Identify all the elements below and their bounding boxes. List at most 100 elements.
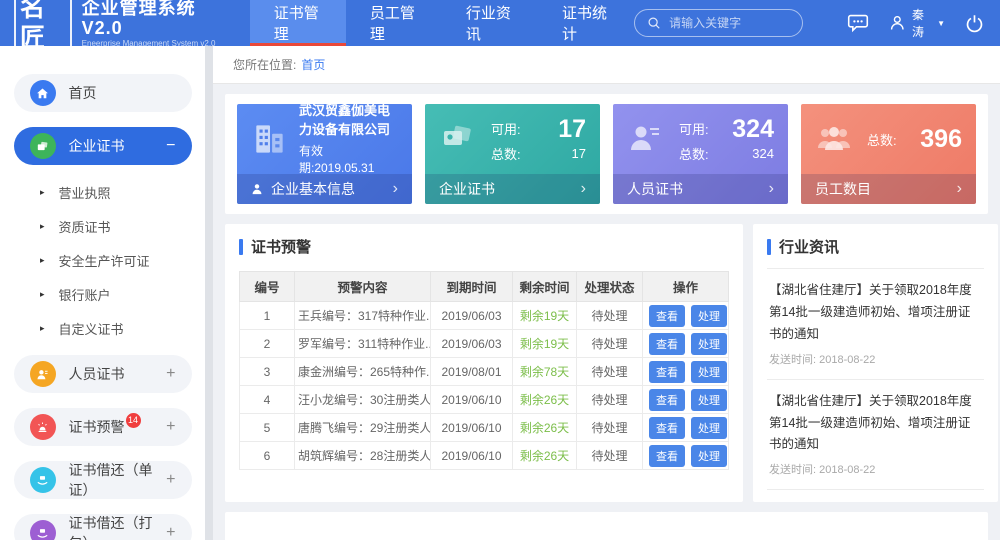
news-item[interactable]: 【湖北省住建厅】关于领取2018年度第14批一级建造师初始、增项注册证书的通知 … xyxy=(767,380,984,491)
personnel-certs-card[interactable]: 可用: 324 总数: 324 人员证书 › xyxy=(613,104,788,204)
cell-status: 待处理 xyxy=(577,414,643,442)
cell-content: 汪小龙编号：30注册类人... xyxy=(295,386,431,414)
sidebar-item-cert-lending-package[interactable]: 证书借还（打包） + xyxy=(14,514,192,540)
hand-pack-icon xyxy=(30,520,56,540)
handle-button[interactable]: 处理 xyxy=(691,417,727,439)
subitem-label: 资质证书 xyxy=(59,217,111,236)
table-row: 1 王兵编号：317特种作业... 2019/06/03 剩余19天 待处理 查… xyxy=(240,302,729,330)
enterprise-certs-card[interactable]: 可用: 17 总数: 17 企业证书 › xyxy=(425,104,600,204)
cell-status: 待处理 xyxy=(577,386,643,414)
sidebar-subitem-business-license[interactable]: ▸ 营业执照 xyxy=(0,175,205,209)
sidebar-subitem-safety-license[interactable]: ▸ 安全生产许可证 xyxy=(0,243,205,277)
sidebar-item-label: 证书借还（单证） xyxy=(69,460,167,500)
sidebar-scrollbar[interactable] xyxy=(205,46,213,540)
cell-no: 2 xyxy=(240,330,295,358)
expand-icon[interactable]: + xyxy=(166,418,175,436)
breadcrumb: 您所在位置: 首页 xyxy=(213,46,1000,84)
company-name: 武汉贸鑫伽美电力设备有限公司 xyxy=(299,104,398,139)
search-box[interactable] xyxy=(634,9,803,37)
cell-remaining: 剩余26天 xyxy=(513,442,577,470)
view-button[interactable]: 查看 xyxy=(649,417,685,439)
sidebar-item-cert-lending-single[interactable]: 证书借还（单证） + xyxy=(14,461,192,499)
view-button[interactable]: 查看 xyxy=(649,389,685,411)
employee-count-card[interactable]: 总数: 396 员工数目 › xyxy=(801,104,976,204)
tab-employee-management[interactable]: 员工管理 xyxy=(346,0,442,46)
cert-alerts-table: 编号 预警内容 到期时间 剩余时间 处理状态 操作 1 xyxy=(239,271,729,470)
cell-content: 罗军编号：311特种作业... xyxy=(295,330,431,358)
user-menu[interactable]: 秦涛 ▼ xyxy=(889,6,945,40)
expand-icon[interactable]: + xyxy=(166,524,175,540)
search-icon xyxy=(647,16,661,30)
col-header-status: 处理状态 xyxy=(577,272,643,302)
card-footer-label: 人员证书 xyxy=(627,179,683,199)
handle-button[interactable]: 处理 xyxy=(691,389,727,411)
logout-button[interactable] xyxy=(965,14,984,33)
app-title: 企业管理系统V2.0 xyxy=(82,0,218,38)
table-row: 4 汪小龙编号：30注册类人... 2019/06/10 剩余26天 待处理 查… xyxy=(240,386,729,414)
handle-button[interactable]: 处理 xyxy=(691,305,727,327)
cell-remaining: 剩余19天 xyxy=(513,302,577,330)
arrow-right-icon: ▸ xyxy=(40,255,45,266)
cell-content: 胡筑辉编号：28注册类人... xyxy=(295,442,431,470)
company-info-card[interactable]: 武汉贸鑫伽美电力设备有限公司 有效期:2019.05.31 企业基本信息 › xyxy=(237,104,412,204)
cell-due: 2019/06/03 xyxy=(431,330,513,358)
sidebar-item-home[interactable]: 首页 xyxy=(14,74,192,112)
card-footer-label: 员工数目 xyxy=(815,179,871,199)
view-button[interactable]: 查看 xyxy=(649,361,685,383)
sidebar-item-enterprise-certs[interactable]: 企业证书 − xyxy=(14,127,192,165)
col-header-remaining: 剩余时间 xyxy=(513,272,577,302)
expand-icon[interactable]: + xyxy=(166,365,175,383)
news-item-title: 【湖北省住建厅】关于领取2018年度第14批一级建造师初始、增项注册证书的通知 xyxy=(769,391,982,457)
sidebar-subitem-bank-account[interactable]: ▸ 银行账户 xyxy=(0,277,205,311)
stat-label: 总数: xyxy=(491,144,521,163)
sidebar-item-label: 企业证书 xyxy=(69,136,125,156)
tab-certificate-management[interactable]: 证书管理 xyxy=(250,0,346,46)
title-accent-bar xyxy=(239,239,243,255)
sidebar-subitem-qualification-cert[interactable]: ▸ 资质证书 xyxy=(0,209,205,243)
handle-button[interactable]: 处理 xyxy=(691,361,727,383)
company-info-link[interactable]: 企业基本信息 › xyxy=(237,174,412,204)
col-header-no: 编号 xyxy=(240,272,295,302)
enterprise-certs-link[interactable]: 企业证书 › xyxy=(425,174,600,204)
stat-value: 396 xyxy=(920,126,962,152)
sidebar-item-cert-alerts[interactable]: 证书预警14 + xyxy=(14,408,192,446)
news-item-time: 发送时间: 2018-08-22 xyxy=(769,461,982,477)
news-item[interactable]: 【湖北省住建厅】关于领取2018年度第14批一级建造师初始、增项注册证书的通知 … xyxy=(767,269,984,380)
cell-no: 1 xyxy=(240,302,295,330)
cell-content: 康金洲编号：265特种作... xyxy=(295,358,431,386)
tab-certificate-stats[interactable]: 证书统计 xyxy=(538,0,634,46)
tab-industry-news[interactable]: 行业资讯 xyxy=(442,0,538,46)
personnel-certs-link[interactable]: 人员证书 › xyxy=(613,174,788,204)
sidebar-item-label: 证书预警 xyxy=(69,417,125,437)
expand-icon[interactable]: + xyxy=(166,471,175,489)
cell-due: 2019/06/10 xyxy=(431,386,513,414)
collapse-icon[interactable]: − xyxy=(166,137,175,155)
stat-label: 总数: xyxy=(679,144,709,163)
handle-button[interactable]: 处理 xyxy=(691,445,727,467)
handle-button[interactable]: 处理 xyxy=(691,333,727,355)
view-button[interactable]: 查看 xyxy=(649,305,685,327)
messages-button[interactable] xyxy=(847,14,869,33)
table-row: 2 罗军编号：311特种作业... 2019/06/03 剩余19天 待处理 查… xyxy=(240,330,729,358)
sidebar: 首页 企业证书 − ▸ 营业执照 ▸ 资质 xyxy=(0,46,205,540)
col-header-due: 到期时间 xyxy=(431,272,513,302)
cert-alerts-title: 证书预警 xyxy=(239,236,729,257)
search-input[interactable] xyxy=(669,16,789,30)
sidebar-item-label: 人员证书 xyxy=(69,364,125,384)
cell-due: 2019/06/10 xyxy=(431,414,513,442)
view-button[interactable]: 查看 xyxy=(649,445,685,467)
sidebar-item-personnel-certs[interactable]: 人员证书 + xyxy=(14,355,192,393)
cell-no: 5 xyxy=(240,414,295,442)
news-item-title: 【湖北省住建厅】关于领取2018年度第14批一级建造师初始、增项注册证书的通知 xyxy=(769,280,982,346)
stat-value: 324 xyxy=(732,116,774,142)
person-icon xyxy=(30,361,56,387)
caret-down-icon: ▼ xyxy=(937,19,945,28)
employee-count-link[interactable]: 员工数目 › xyxy=(801,174,976,204)
view-button[interactable]: 查看 xyxy=(649,333,685,355)
hand-lend-icon xyxy=(30,467,56,493)
cell-due: 2019/08/01 xyxy=(431,358,513,386)
breadcrumb-home-link[interactable]: 首页 xyxy=(301,56,325,73)
sidebar-subitem-custom-cert[interactable]: ▸ 自定义证书 xyxy=(0,311,205,345)
cards-stack-icon xyxy=(439,122,477,156)
table-header-row: 编号 预警内容 到期时间 剩余时间 处理状态 操作 xyxy=(240,272,729,302)
